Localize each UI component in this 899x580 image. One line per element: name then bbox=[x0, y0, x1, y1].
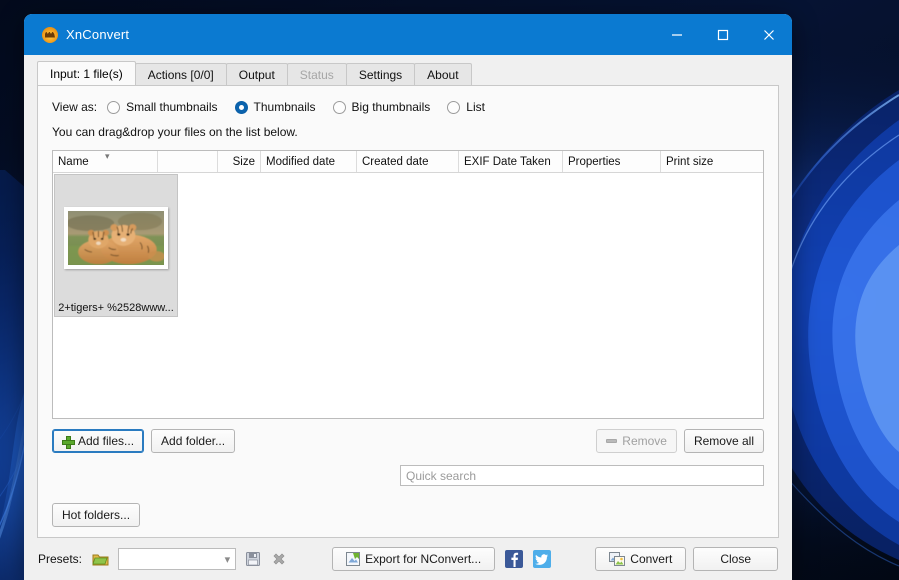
tab-input[interactable]: Input: 1 file(s) bbox=[37, 61, 136, 85]
add-files-button[interactable]: Add files... bbox=[52, 429, 145, 453]
xnconvert-window: XnConvert Input: 1 file(s) Actions [0/0]… bbox=[24, 14, 792, 580]
list-item-name: 2+tigers+ %2528www... bbox=[58, 302, 174, 314]
remove-all-button[interactable]: Remove all bbox=[683, 429, 764, 453]
export-icon bbox=[346, 552, 361, 566]
radio-thumbnails-label: Thumbnails bbox=[253, 100, 316, 114]
radio-small-thumbnails[interactable]: Small thumbnails bbox=[107, 100, 218, 114]
remove-label: Remove bbox=[622, 434, 667, 448]
thumbnail-image bbox=[68, 211, 164, 265]
remove-button: Remove bbox=[596, 429, 677, 453]
tab-about[interactable]: About bbox=[414, 63, 472, 85]
column-header-created-date-label: Created date bbox=[362, 155, 429, 168]
tab-actions[interactable]: Actions [0/0] bbox=[134, 63, 227, 85]
hot-folders-row: Hot folders... bbox=[52, 503, 764, 527]
dragdrop-hint: You can drag&drop your files on the list… bbox=[52, 125, 298, 139]
column-header-name-label: Name bbox=[58, 155, 89, 168]
window-title: XnConvert bbox=[66, 27, 130, 42]
xnconvert-logo-icon bbox=[42, 26, 58, 43]
open-folder-icon[interactable] bbox=[92, 552, 109, 566]
radio-list[interactable]: List bbox=[447, 100, 485, 114]
presets-combobox[interactable]: ▾ bbox=[118, 548, 237, 570]
export-nconvert-button[interactable]: Export for NConvert... bbox=[332, 547, 496, 571]
window-titlebar[interactable]: XnConvert bbox=[24, 14, 792, 55]
add-folder-label: Add folder... bbox=[161, 434, 226, 448]
quick-search-row bbox=[52, 465, 764, 486]
close-button[interactable]: Close bbox=[693, 547, 778, 571]
window-body: Input: 1 file(s) Actions [0/0] Output St… bbox=[24, 55, 792, 580]
tab-status: Status bbox=[286, 63, 347, 85]
minus-icon bbox=[606, 439, 618, 443]
column-header-modified-date[interactable]: Modified date bbox=[261, 151, 357, 172]
bottom-bar: Presets: ▾ Export for NConvert... Conver… bbox=[24, 538, 792, 580]
file-list-body[interactable]: 2+tigers+ %2528www... bbox=[53, 173, 763, 418]
add-folder-button[interactable]: Add folder... bbox=[151, 429, 236, 453]
radio-big-thumbnails[interactable]: Big thumbnails bbox=[332, 100, 431, 114]
close-icon[interactable] bbox=[746, 14, 792, 55]
column-header-modified-date-label: Modified date bbox=[266, 155, 336, 168]
window-controls bbox=[654, 14, 792, 55]
column-header-size[interactable]: Size bbox=[218, 151, 261, 172]
radio-small-thumbnails-label: Small thumbnails bbox=[126, 100, 218, 114]
plus-icon bbox=[62, 435, 75, 449]
radio-big-thumbnails-indicator[interactable] bbox=[332, 100, 346, 114]
column-header-exif-date-taken[interactable]: EXIF Date Taken bbox=[459, 151, 563, 172]
tab-bar: Input: 1 file(s) Actions [0/0] Output St… bbox=[24, 55, 792, 85]
view-as-row: View as: Small thumbnails Thumbnails Big… bbox=[52, 98, 764, 116]
file-action-buttons: Add files... Add folder... Remove Remove… bbox=[52, 429, 764, 453]
convert-button[interactable]: Convert bbox=[595, 547, 687, 571]
list-item[interactable]: 2+tigers+ %2528www... bbox=[54, 174, 178, 317]
chevron-down-icon: ▾ bbox=[224, 553, 231, 566]
view-as-label: View as: bbox=[52, 100, 98, 114]
presets-label: Presets: bbox=[38, 552, 83, 566]
column-header-created-date[interactable]: Created date bbox=[357, 151, 459, 172]
save-disk-icon[interactable] bbox=[245, 551, 261, 567]
column-header-print-size[interactable]: Print size bbox=[661, 151, 749, 172]
column-header-blank[interactable] bbox=[158, 151, 218, 172]
input-tab-page: View as: Small thumbnails Thumbnails Big… bbox=[37, 85, 779, 538]
tab-output[interactable]: Output bbox=[225, 63, 288, 85]
convert-icon bbox=[609, 552, 626, 566]
radio-list-indicator[interactable] bbox=[447, 100, 461, 114]
remove-all-label: Remove all bbox=[693, 434, 754, 448]
radio-thumbnails[interactable]: Thumbnails bbox=[234, 100, 316, 114]
maximize-icon[interactable] bbox=[700, 14, 746, 55]
tab-settings[interactable]: Settings bbox=[345, 63, 416, 85]
hot-folders-label: Hot folders... bbox=[62, 508, 131, 522]
thumbnail-frame bbox=[64, 207, 168, 269]
hot-folders-button[interactable]: Hot folders... bbox=[52, 503, 141, 527]
radio-thumbnails-indicator[interactable] bbox=[234, 100, 248, 114]
column-header-exif-date-taken-label: EXIF Date Taken bbox=[464, 155, 551, 168]
delete-x-icon[interactable] bbox=[271, 551, 287, 567]
facebook-icon[interactable] bbox=[505, 550, 524, 568]
radio-big-thumbnails-label: Big thumbnails bbox=[351, 100, 431, 114]
radio-list-label: List bbox=[466, 100, 485, 114]
column-header-properties[interactable]: Properties bbox=[563, 151, 661, 172]
file-list[interactable]: Name ▾ Size Modified date Created date E… bbox=[52, 150, 764, 419]
close-label: Close bbox=[720, 552, 751, 566]
column-header-properties-label: Properties bbox=[568, 155, 621, 168]
sort-chevron-down-icon: ▾ bbox=[105, 151, 110, 161]
minimize-icon[interactable] bbox=[654, 14, 700, 55]
twitter-icon[interactable] bbox=[533, 550, 552, 568]
convert-label: Convert bbox=[630, 552, 673, 566]
file-list-header: Name ▾ Size Modified date Created date E… bbox=[53, 151, 763, 173]
radio-small-thumbnails-indicator[interactable] bbox=[107, 100, 121, 114]
add-files-label: Add files... bbox=[78, 434, 135, 448]
column-header-print-size-label: Print size bbox=[666, 155, 714, 168]
search-input[interactable] bbox=[400, 465, 764, 486]
column-header-size-label: Size bbox=[232, 155, 255, 168]
export-nconvert-label: Export for NConvert... bbox=[365, 552, 482, 566]
column-header-name[interactable]: Name ▾ bbox=[53, 151, 158, 172]
